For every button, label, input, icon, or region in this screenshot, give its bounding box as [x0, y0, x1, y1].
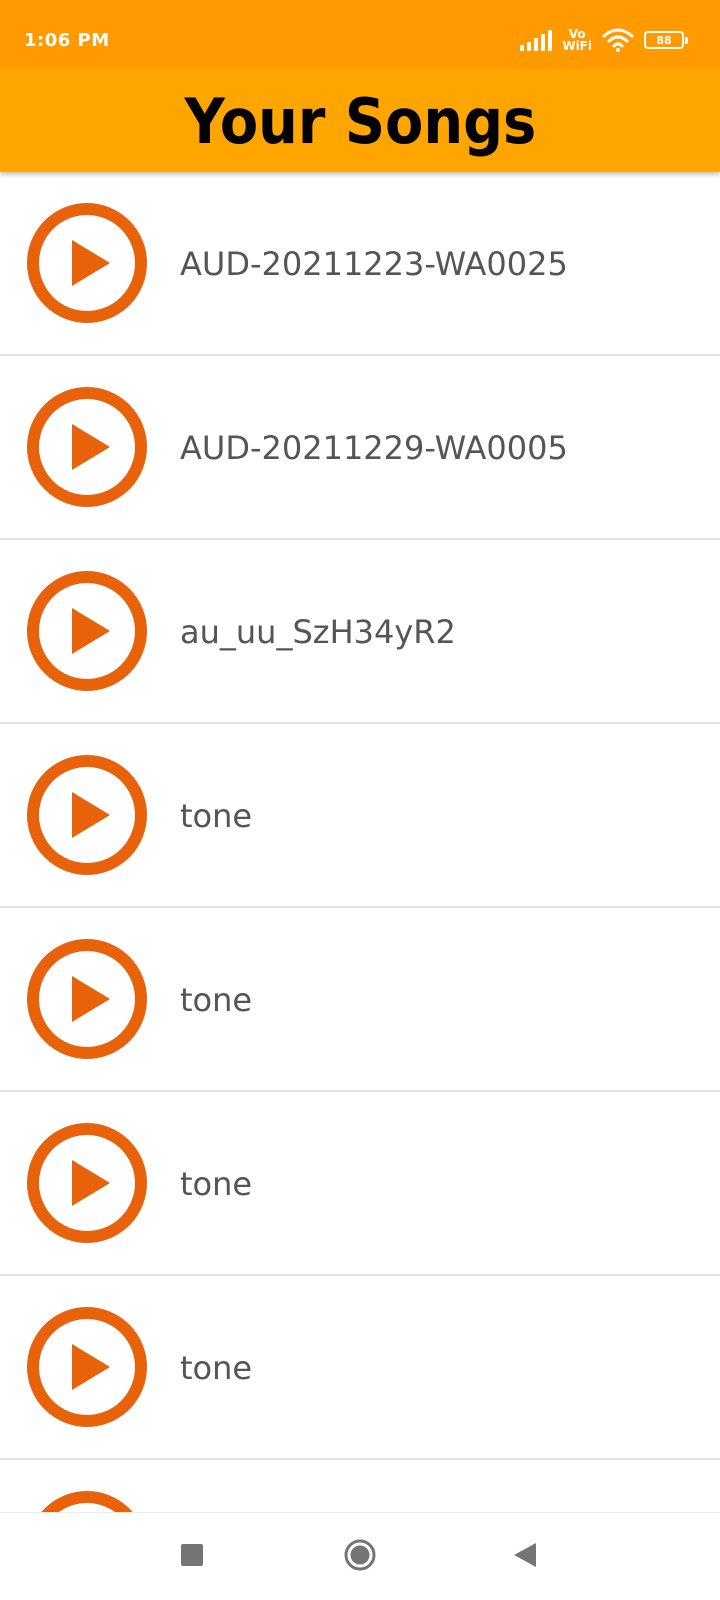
song-title: tone	[180, 797, 253, 835]
play-icon[interactable]	[26, 754, 148, 876]
play-icon[interactable]	[26, 938, 148, 1060]
page-title: Your Songs	[184, 84, 536, 158]
song-list-item[interactable]: tone	[0, 724, 720, 908]
recent-apps-icon	[181, 1544, 203, 1566]
app-header: Your Songs	[0, 68, 720, 172]
home-icon	[344, 1539, 376, 1571]
system-nav-bar	[0, 1512, 720, 1600]
song-list-item-partial[interactable]	[0, 1460, 720, 1512]
song-list-item[interactable]: au_uu_SzH34yR2	[0, 540, 720, 724]
song-title: au_uu_SzH34yR2	[180, 613, 456, 651]
song-list-item[interactable]: AUD-20211229-WA0005	[0, 356, 720, 540]
battery-level: 88	[656, 33, 672, 47]
status-icons: Vo WiFi 88	[520, 26, 688, 54]
song-title: AUD-20211223-WA0025	[180, 245, 568, 283]
status-bar: 1:06 PM Vo WiFi 88	[0, 0, 720, 68]
song-list-item[interactable]: tone	[0, 908, 720, 1092]
song-title: tone	[180, 1165, 253, 1203]
signal-icon	[520, 29, 553, 51]
song-list-item[interactable]: tone	[0, 1092, 720, 1276]
status-time: 1:06 PM	[24, 30, 110, 51]
play-icon[interactable]	[26, 570, 148, 692]
vowifi-icon: Vo WiFi	[562, 28, 592, 52]
song-title: AUD-20211229-WA0005	[180, 429, 568, 467]
vowifi-bottom-label: WiFi	[562, 39, 592, 53]
back-icon	[514, 1543, 536, 1567]
song-title: tone	[180, 981, 253, 1019]
song-list-item[interactable]: tone	[0, 1276, 720, 1460]
back-button[interactable]	[505, 1535, 545, 1575]
home-button[interactable]	[340, 1535, 380, 1575]
play-icon[interactable]	[26, 202, 148, 324]
play-icon[interactable]	[26, 1490, 148, 1512]
song-list-item[interactable]: AUD-20211223-WA0025	[0, 172, 720, 356]
wifi-icon	[602, 28, 634, 52]
recent-apps-button[interactable]	[172, 1535, 212, 1575]
play-icon[interactable]	[26, 1306, 148, 1428]
song-list[interactable]: AUD-20211223-WA0025 AUD-20211229-WA0005 …	[0, 172, 720, 1512]
play-icon[interactable]	[26, 1122, 148, 1244]
song-title: tone	[180, 1349, 253, 1387]
battery-icon: 88	[644, 31, 688, 49]
play-icon[interactable]	[26, 386, 148, 508]
